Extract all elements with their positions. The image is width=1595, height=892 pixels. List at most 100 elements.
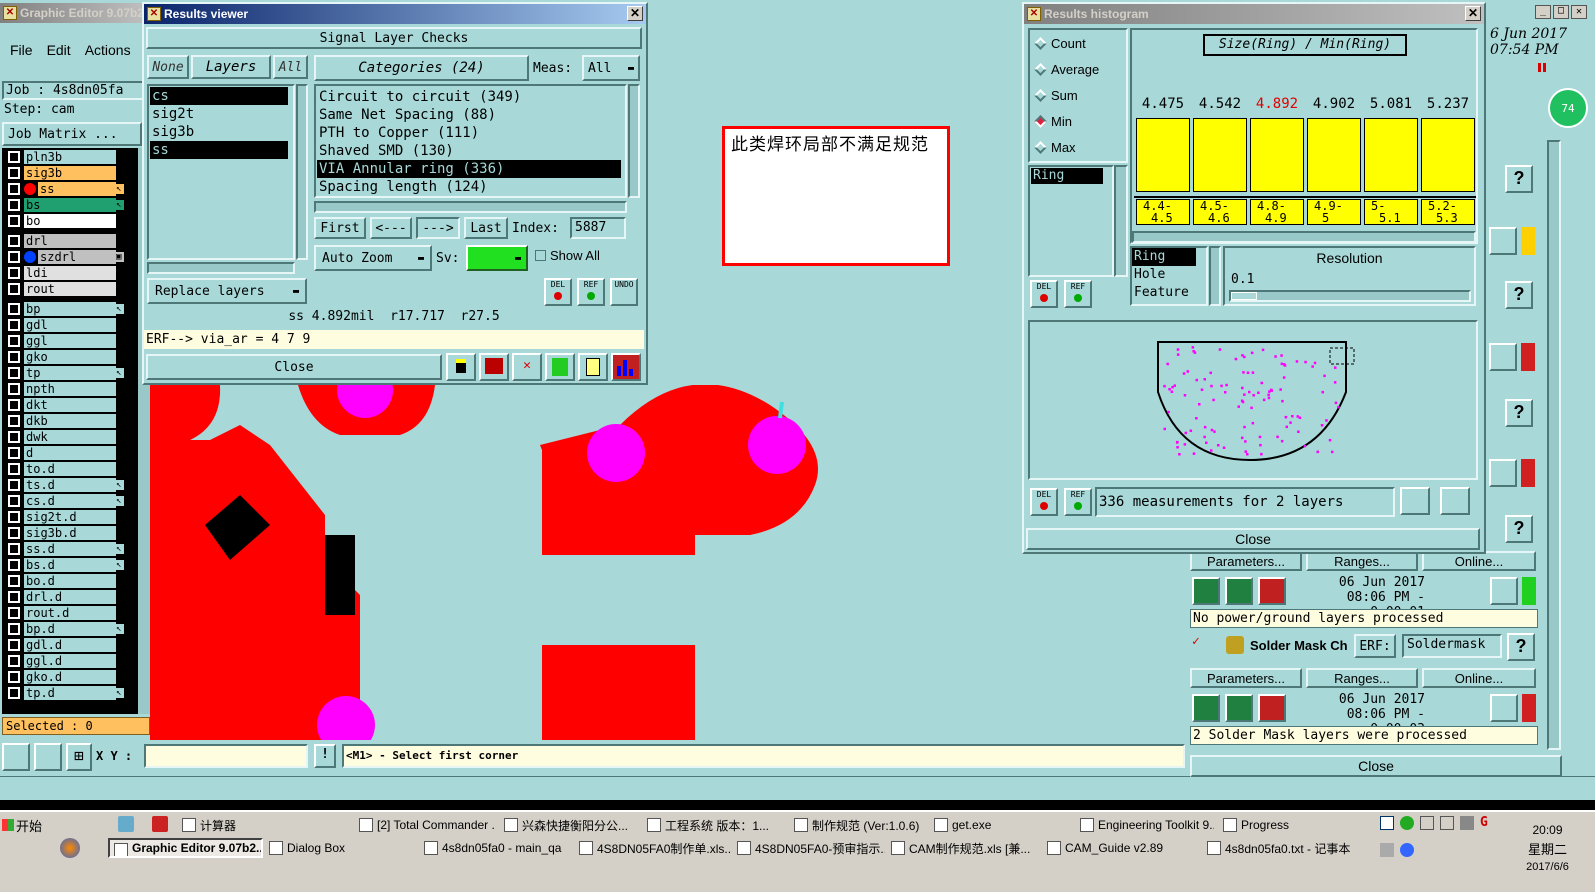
volume-icon[interactable] (1380, 843, 1394, 857)
all-button[interactable]: All (273, 55, 308, 79)
run-stop-icon-2[interactable] (1258, 694, 1286, 722)
layer-checkbox[interactable] (8, 655, 20, 667)
layer-checkbox[interactable] (8, 431, 20, 443)
taskbar-button[interactable]: 制作规范 (Ver:1.0.6) (790, 815, 926, 835)
menu-actions[interactable]: Actions (85, 42, 131, 62)
layer-row[interactable]: ggl (8, 334, 124, 348)
layer-checkbox[interactable] (8, 607, 20, 619)
layer-checkbox[interactable] (8, 215, 20, 227)
report-icon[interactable] (545, 353, 575, 381)
layer-checkbox[interactable] (8, 235, 20, 247)
category-list[interactable]: Circuit to circuit (349) Same Net Spacing… (314, 84, 627, 198)
layer-checkbox[interactable] (8, 351, 20, 363)
taskbar-button[interactable]: [2] Total Commander ... (355, 815, 495, 835)
taskbar-button[interactable]: 4S8DN05FA0制作单.xls... (575, 838, 730, 858)
rv-layer-item[interactable]: cs (150, 87, 288, 105)
run-step-icon-1[interactable] (1225, 577, 1253, 605)
taskbar-button[interactable]: 工程系统 版本：1... (643, 815, 785, 835)
layer-row[interactable]: dkt (8, 398, 124, 412)
category-item[interactable]: Circuit to circuit (349) (317, 88, 621, 106)
show-all-checkbox[interactable] (535, 250, 546, 261)
type-item[interactable]: Feature (1132, 284, 1196, 302)
layer-checkbox[interactable] (8, 383, 20, 395)
resolution-slider[interactable] (1229, 290, 1471, 302)
maximize-button[interactable]: □ (1553, 5, 1569, 19)
index-input[interactable]: 5887 (570, 217, 626, 239)
layer-row[interactable]: npth (8, 382, 124, 396)
type-scrollbar[interactable] (1209, 246, 1221, 306)
tray-icon-6[interactable]: G (1480, 816, 1494, 830)
params-button-1[interactable]: Parameters... (1190, 551, 1302, 571)
hist-ref-button[interactable]: REF (1064, 280, 1092, 308)
job-matrix-button[interactable]: Job Matrix ... (2, 122, 142, 146)
layer-checkbox[interactable] (8, 495, 20, 507)
pdf-icon[interactable] (152, 816, 168, 832)
layer-checkbox[interactable] (8, 415, 20, 427)
close-icon[interactable]: ✕ (627, 6, 643, 21)
category-hscroll[interactable] (314, 201, 627, 213)
layer-row[interactable]: drl (8, 234, 124, 248)
layer-row[interactable]: rout.d (8, 606, 124, 620)
prev-button[interactable]: <--- (370, 217, 412, 239)
layer-checkbox[interactable] (8, 463, 20, 475)
layer-row[interactable]: gko (8, 350, 124, 364)
layer-checkbox[interactable] (8, 199, 20, 211)
select-tool-icon[interactable] (2, 743, 30, 771)
chart-hscroll[interactable] (1132, 231, 1476, 243)
layer-checkbox[interactable] (8, 335, 20, 347)
feature-item[interactable]: Ring (1031, 168, 1103, 184)
rv-layer-hscroll[interactable] (147, 262, 295, 274)
taskbar-button[interactable]: 计算器 (178, 815, 318, 835)
replace-layers-button[interactable]: Replace layers ▬ (147, 278, 307, 304)
zoom-icon[interactable] (1489, 343, 1517, 371)
help-button[interactable]: ? (1505, 515, 1533, 543)
layer-row[interactable]: ldi (8, 266, 124, 280)
layer-row[interactable]: drl.d (8, 590, 124, 604)
layer-checkbox[interactable] (8, 639, 20, 651)
category-item[interactable]: PTH to Copper (111) (317, 124, 621, 142)
layer-row[interactable]: rout (8, 282, 124, 296)
close-button[interactable]: ✕ (1571, 5, 1587, 19)
taskbar-button[interactable]: CAM_Guide v2.89 (1043, 838, 1201, 858)
radio-diamond-icon[interactable] (1034, 114, 1047, 128)
layer-row[interactable]: bo.d (8, 574, 124, 588)
layer-row[interactable]: bo (8, 214, 124, 228)
grid-tool-icon[interactable]: ⊞ (66, 743, 92, 771)
online-button-2[interactable]: Online... (1422, 668, 1536, 688)
taskbar-button[interactable]: 4s8dn05fa0 - main_qa (420, 838, 572, 858)
solder-mask-check[interactable]: ✓ (1192, 635, 1204, 648)
run-icon-1[interactable] (1192, 577, 1220, 605)
layer-checkbox[interactable] (8, 267, 20, 279)
layer-checkbox[interactable] (8, 511, 20, 523)
layer-checkbox[interactable] (8, 319, 20, 331)
layer-row[interactable]: d (8, 446, 124, 460)
rv-layer-item[interactable]: ss (150, 141, 288, 159)
category-item[interactable]: VIA Annular ring (336) (317, 160, 621, 178)
histogram-bar[interactable] (1421, 118, 1475, 192)
type-list[interactable]: Ring Hole Feature (1130, 246, 1208, 306)
rv-layer-list[interactable]: cs sig2t sig3b ss (147, 84, 295, 260)
ranges-button-1[interactable]: Ranges... (1306, 551, 1418, 571)
ref-button[interactable]: REF (577, 278, 605, 306)
radio-diamond-icon[interactable] (1034, 140, 1047, 154)
layer-row[interactable]: szdrl ▣ (8, 250, 124, 264)
layer-row[interactable]: sig3b (8, 166, 124, 180)
auto-zoom-button[interactable]: Auto Zoom ▬ (314, 245, 432, 271)
layer-checkbox[interactable] (8, 399, 20, 411)
warning-icon[interactable]: ! (314, 744, 336, 768)
zoom-fit-icon[interactable] (1440, 487, 1470, 515)
category-item[interactable]: Shaved SMD (130) (317, 142, 621, 160)
category-item[interactable]: Same Net Spacing (88) (317, 106, 621, 124)
del-button[interactable]: DEL (544, 278, 572, 306)
taskbar-button[interactable]: 4S8DN05FA0-预审指示... (733, 838, 885, 858)
layer-checkbox[interactable] (8, 479, 20, 491)
measure-tool-icon[interactable] (34, 743, 62, 771)
layer-checkbox[interactable] (8, 151, 20, 163)
zoom-icon[interactable] (1489, 459, 1517, 487)
menu-file[interactable]: File (10, 42, 33, 62)
type-item[interactable]: Ring (1132, 248, 1196, 266)
tray-icon-4[interactable] (1440, 816, 1454, 830)
preview-del-button[interactable]: DEL (1030, 488, 1058, 516)
zoom-icon-1[interactable] (1490, 577, 1518, 605)
layer-row[interactable]: dkb (8, 414, 124, 428)
